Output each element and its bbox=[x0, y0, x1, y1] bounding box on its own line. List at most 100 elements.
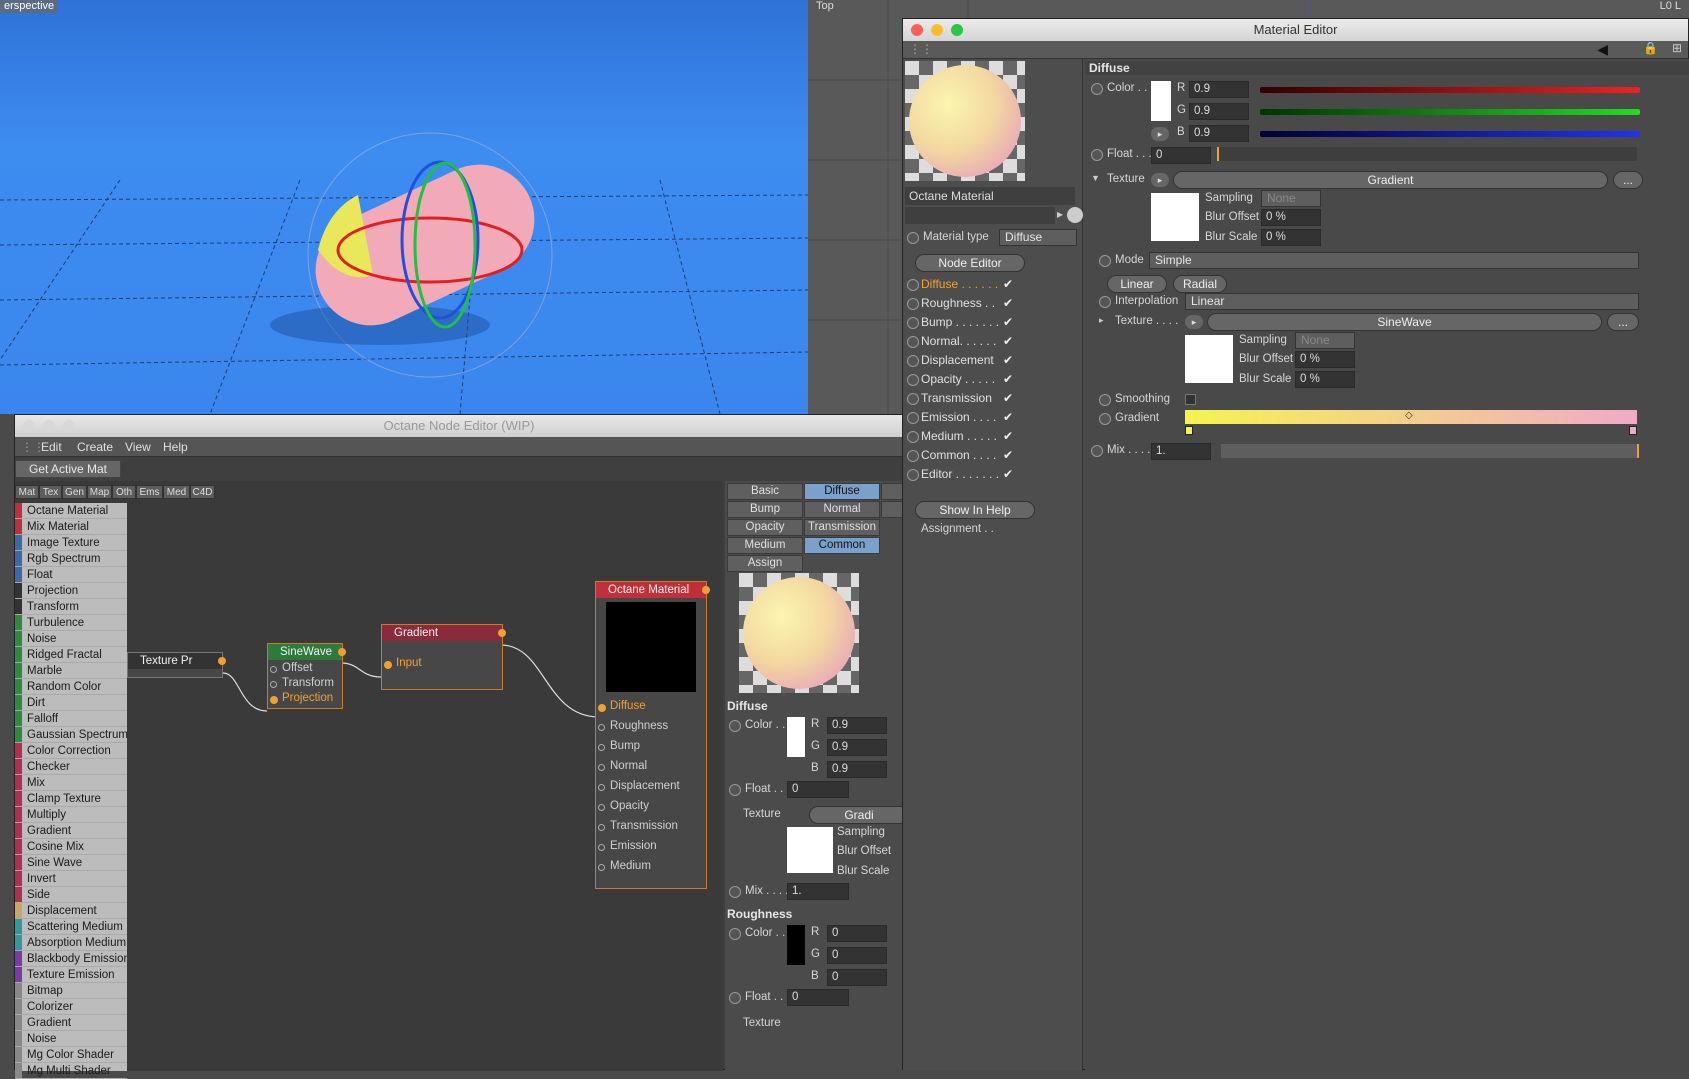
cat-map[interactable]: Map bbox=[87, 485, 112, 499]
maximize-icon[interactable] bbox=[951, 24, 963, 36]
expand-icon[interactable]: ▸ bbox=[1151, 127, 1169, 141]
node-list-item[interactable]: Texture Emission bbox=[15, 967, 127, 983]
gradient-midpoint-icon[interactable]: ◇ bbox=[1405, 410, 1413, 421]
expand-icon[interactable]: ▸ bbox=[1185, 315, 1203, 329]
blur-scale2-field[interactable]: 0 % bbox=[1295, 371, 1355, 388]
float-field[interactable]: 0 bbox=[1151, 147, 1211, 164]
float-slider[interactable] bbox=[1217, 147, 1637, 161]
picker-icon[interactable] bbox=[1067, 207, 1083, 223]
float-radio[interactable] bbox=[1091, 149, 1103, 161]
node-list-item[interactable]: Cosine Mix bbox=[15, 839, 127, 855]
float-radio[interactable] bbox=[729, 992, 741, 1004]
minimize-icon[interactable] bbox=[931, 24, 943, 36]
input-pin[interactable] bbox=[270, 696, 278, 704]
color-swatch[interactable] bbox=[787, 717, 805, 757]
node-octane-material[interactable]: Octane Material Diffuse Roughness Bump Norm… bbox=[595, 581, 710, 889]
input-pin[interactable] bbox=[598, 804, 605, 811]
channel-item[interactable]: Displacement bbox=[921, 353, 994, 367]
channel-item[interactable]: Diffuse . . . . . . bbox=[921, 277, 998, 291]
perspective-viewport[interactable]: erspective bbox=[0, 0, 808, 414]
show-in-help-button[interactable]: Show In Help bbox=[915, 501, 1035, 519]
expand-icon[interactable]: ▸ bbox=[1099, 315, 1104, 326]
texture-more-button[interactable]: ... bbox=[1613, 171, 1643, 189]
node-list-item[interactable]: Absorption Medium bbox=[15, 935, 127, 951]
float-field[interactable]: 0 bbox=[787, 989, 849, 1006]
channel-item[interactable]: Normal. . . . . . bbox=[921, 334, 996, 348]
node-list-item[interactable]: Colorizer bbox=[15, 999, 127, 1015]
channel-radio[interactable] bbox=[907, 298, 919, 310]
menu-create[interactable]: Create bbox=[77, 440, 113, 454]
output-pin[interactable] bbox=[338, 648, 346, 656]
color-radio[interactable] bbox=[729, 720, 741, 732]
g-field[interactable]: 0.9 bbox=[1189, 103, 1249, 120]
channel-item[interactable]: Transmission bbox=[921, 391, 992, 405]
texture-button[interactable]: Gradient bbox=[1173, 171, 1608, 189]
back-arrow-icon[interactable]: ◀ bbox=[1597, 41, 1608, 58]
material-type-radio[interactable] bbox=[907, 232, 919, 244]
channel-item[interactable]: Roughness . . bbox=[921, 296, 995, 310]
prop-tab[interactable]: Basic bbox=[727, 483, 803, 500]
input-pin[interactable] bbox=[598, 784, 605, 791]
node-list-item[interactable]: Mix Material bbox=[15, 519, 127, 535]
channel-radio[interactable] bbox=[907, 412, 919, 424]
channel-radio[interactable] bbox=[907, 317, 919, 329]
input-pin[interactable] bbox=[270, 666, 277, 673]
gradient-knot-start[interactable] bbox=[1185, 426, 1193, 435]
smoothing-radio[interactable] bbox=[1099, 394, 1111, 406]
output-pin[interactable] bbox=[702, 586, 710, 594]
color-swatch[interactable] bbox=[1151, 81, 1171, 121]
lock-icon[interactable]: 🔒 bbox=[1643, 41, 1658, 55]
maximize-icon[interactable] bbox=[63, 420, 75, 432]
menu-edit[interactable]: Edit bbox=[41, 440, 62, 454]
node-list-item[interactable]: Projection bbox=[15, 583, 127, 599]
collapse-icon[interactable]: ▼ bbox=[1091, 173, 1100, 183]
prop-tab[interactable]: Transmission bbox=[804, 519, 880, 536]
float-radio[interactable] bbox=[729, 784, 741, 796]
channel-checkbox[interactable]: ✔ bbox=[1003, 334, 1013, 348]
mode-radio[interactable] bbox=[1099, 255, 1111, 267]
close-icon[interactable] bbox=[23, 420, 35, 432]
channel-radio[interactable] bbox=[907, 431, 919, 443]
mix-radio[interactable] bbox=[1091, 445, 1103, 457]
channel-checkbox[interactable]: ✔ bbox=[1003, 429, 1013, 443]
blur-offset2-field[interactable]: 0 % bbox=[1295, 351, 1355, 368]
node-list-item[interactable]: Turbulence bbox=[15, 615, 127, 631]
float-field[interactable]: 0 bbox=[787, 781, 849, 798]
cat-med[interactable]: Med bbox=[163, 485, 190, 499]
mode-dropdown[interactable]: Simple bbox=[1149, 252, 1639, 269]
channel-checkbox[interactable]: ✔ bbox=[1003, 372, 1013, 386]
mix-field[interactable]: 1. bbox=[1151, 443, 1211, 460]
g-field[interactable]: 0 bbox=[827, 947, 887, 964]
cat-ems[interactable]: Ems bbox=[136, 485, 163, 499]
channel-checkbox[interactable]: ✔ bbox=[1003, 391, 1013, 405]
gradient-knot-end[interactable] bbox=[1629, 426, 1637, 435]
color-swatch[interactable] bbox=[787, 925, 805, 965]
texture2-more-button[interactable]: ... bbox=[1607, 313, 1639, 331]
sampling-dropdown[interactable]: None bbox=[1261, 190, 1321, 207]
node-list-item[interactable]: Invert bbox=[15, 871, 127, 887]
node-sinewave[interactable]: SineWave Offset Transform Projection bbox=[267, 643, 346, 709]
channel-item[interactable]: Common . . . . bbox=[921, 448, 996, 462]
channel-checkbox[interactable]: ✔ bbox=[1003, 296, 1013, 310]
channel-item[interactable]: Emission . . . . bbox=[921, 410, 996, 424]
channel-radio[interactable] bbox=[907, 336, 919, 348]
node-list-item[interactable]: Mg Color Shader bbox=[15, 1047, 127, 1063]
channel-item[interactable]: Editor . . . . . . . bbox=[921, 467, 999, 481]
channel-checkbox[interactable]: ✔ bbox=[1003, 353, 1013, 367]
b-field[interactable]: 0.9 bbox=[1189, 125, 1249, 142]
node-list-item[interactable]: Color Correction bbox=[15, 743, 127, 759]
cat-mat[interactable]: Mat bbox=[15, 485, 39, 499]
channel-item[interactable]: Bump . . . . . . . bbox=[921, 315, 999, 329]
input-pin[interactable] bbox=[598, 844, 605, 851]
gradient-radio[interactable] bbox=[1099, 413, 1111, 425]
prop-tab[interactable]: Normal bbox=[804, 501, 880, 518]
node-texture-projection[interactable]: Texture Pr bbox=[127, 652, 226, 678]
channel-checkbox[interactable]: ✔ bbox=[1003, 448, 1013, 462]
b-field[interactable]: 0.9 bbox=[827, 761, 887, 778]
node-list-item[interactable]: Float bbox=[15, 567, 127, 583]
input-pin[interactable] bbox=[384, 661, 392, 669]
arrow-right-icon[interactable]: ▸ bbox=[1057, 207, 1063, 221]
node-list-item[interactable]: Gradient bbox=[15, 823, 127, 839]
node-list-item[interactable]: Checker bbox=[15, 759, 127, 775]
interpolation-dropdown[interactable]: Linear bbox=[1185, 293, 1639, 310]
